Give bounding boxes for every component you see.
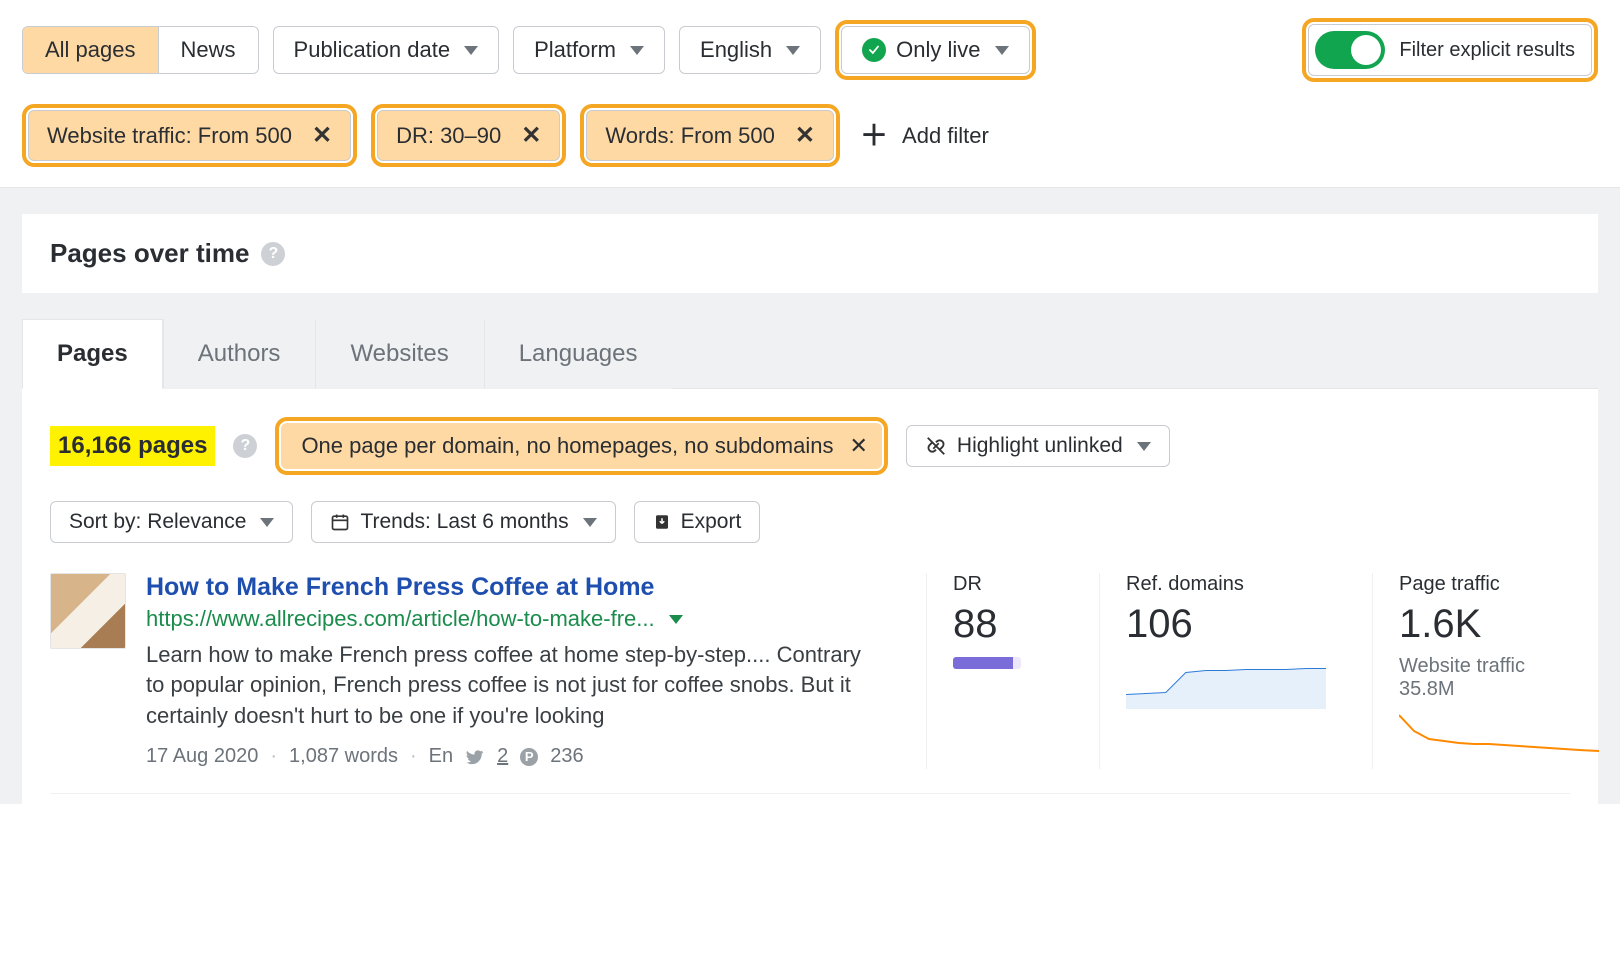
filter-chip-dr[interactable]: DR: 30–90✕ xyxy=(377,110,560,161)
filter-chip-website-traffic[interactable]: Website traffic: From 500✕ xyxy=(28,110,351,161)
metric-dr: DR 88 xyxy=(926,573,1099,769)
platform-dropdown[interactable]: Platform xyxy=(513,26,665,74)
pinterest-count[interactable]: 236 xyxy=(550,745,583,768)
close-icon[interactable]: ✕ xyxy=(308,121,336,150)
result-wordcount: 1,087 words xyxy=(289,745,398,768)
add-filter-button[interactable]: ＋Add filter xyxy=(854,113,995,159)
chevron-down-icon[interactable] xyxy=(669,615,683,624)
results-sheet: 16,166 pages ? One page per domain, no h… xyxy=(22,388,1598,804)
content-panel: Pages over time? Pages Authors Websites … xyxy=(0,187,1620,804)
toggle-switch-icon[interactable] xyxy=(1315,31,1385,69)
highlight-domain-filter: One page per domain, no homepages, no su… xyxy=(275,417,887,475)
result-url[interactable]: https://www.allrecipes.com/article/how-t… xyxy=(146,606,906,632)
tab-authors[interactable]: Authors xyxy=(163,319,316,389)
help-icon[interactable]: ? xyxy=(233,434,257,458)
twitter-icon xyxy=(465,747,485,767)
highlight-only-live: Only live xyxy=(835,20,1035,80)
highlight-explicit-filter: Filter explicit results xyxy=(1302,18,1598,82)
highlight-chip-traffic: Website traffic: From 500✕ xyxy=(22,104,357,167)
tab-languages[interactable]: Languages xyxy=(484,319,673,389)
publication-date-dropdown[interactable]: Publication date xyxy=(273,26,500,74)
page-traffic-value: 1.6K xyxy=(1399,602,1619,647)
result-date: 17 Aug 2020 xyxy=(146,745,258,768)
chevron-down-icon xyxy=(1137,442,1151,451)
metric-ref-domains: Ref. domains 106 xyxy=(1099,573,1372,769)
chevron-down-icon xyxy=(786,46,800,55)
results-count: 16,166 pages xyxy=(50,426,215,466)
ref-domains-sparkline xyxy=(1126,657,1326,709)
segment-news[interactable]: News xyxy=(158,27,258,73)
highlight-chip-words: Words: From 500✕ xyxy=(580,104,840,167)
website-traffic-label: Website traffic xyxy=(1399,655,1619,678)
website-traffic-value: 35.8M xyxy=(1399,678,1619,701)
export-button[interactable]: Export xyxy=(634,501,761,543)
download-icon xyxy=(653,513,671,531)
close-icon[interactable]: ✕ xyxy=(849,433,867,459)
tab-pages[interactable]: Pages xyxy=(22,319,163,389)
close-icon[interactable]: ✕ xyxy=(791,121,819,150)
result-title[interactable]: How to Make French Press Coffee at Home xyxy=(146,573,906,602)
domain-filter-chip[interactable]: One page per domain, no homepages, no su… xyxy=(281,423,881,469)
highlight-unlinked-dropdown[interactable]: Highlight unlinked xyxy=(906,425,1170,467)
ref-domains-value: 106 xyxy=(1126,602,1346,647)
result-metrics: DR 88 Ref. domains 106 Page traffic 1.6K… xyxy=(926,573,1620,769)
pages-over-time-title: Pages over time? xyxy=(50,238,1570,269)
sort-dropdown[interactable]: Sort by: Relevance xyxy=(50,501,293,543)
chevron-down-icon xyxy=(464,46,478,55)
help-icon[interactable]: ? xyxy=(261,242,285,266)
highlight-chip-dr: DR: 30–90✕ xyxy=(371,104,566,167)
dr-value: 88 xyxy=(953,602,1073,647)
result-row: How to Make French Press Coffee at Home … xyxy=(50,573,1570,794)
pages-over-time-card: Pages over time? xyxy=(22,214,1598,293)
only-live-dropdown[interactable]: Only live xyxy=(841,26,1029,74)
result-meta: 17 Aug 2020· 1,087 words· En 2 P 236 xyxy=(146,745,906,768)
result-language: En xyxy=(429,745,453,768)
metric-page-traffic: Page traffic 1.6K Website traffic 35.8M xyxy=(1372,573,1620,769)
filter-chip-words[interactable]: Words: From 500✕ xyxy=(586,110,834,161)
calendar-icon xyxy=(330,512,350,532)
result-thumbnail[interactable] xyxy=(50,573,126,649)
twitter-count[interactable]: 2 xyxy=(497,745,508,768)
broken-link-icon xyxy=(925,435,947,457)
chevron-down-icon xyxy=(260,518,274,527)
page-type-segment: All pages News xyxy=(22,26,259,74)
filter-explicit-toggle[interactable]: Filter explicit results xyxy=(1308,24,1592,76)
check-circle-icon xyxy=(862,38,886,62)
filter-bar: All pages News Publication date Platform… xyxy=(0,0,1620,187)
tab-websites[interactable]: Websites xyxy=(315,319,483,389)
dr-bar xyxy=(953,657,1021,669)
pinterest-icon: P xyxy=(520,748,538,766)
close-icon[interactable]: ✕ xyxy=(517,121,545,150)
language-dropdown[interactable]: English xyxy=(679,26,821,74)
chevron-down-icon xyxy=(995,46,1009,55)
chevron-down-icon xyxy=(583,518,597,527)
result-tabs: Pages Authors Websites Languages xyxy=(22,319,1598,389)
chevron-down-icon xyxy=(630,46,644,55)
trends-dropdown[interactable]: Trends: Last 6 months xyxy=(311,501,615,543)
segment-all-pages[interactable]: All pages xyxy=(23,27,158,73)
page-traffic-sparkline xyxy=(1399,711,1599,763)
result-description: Learn how to make French press coffee at… xyxy=(146,640,866,731)
